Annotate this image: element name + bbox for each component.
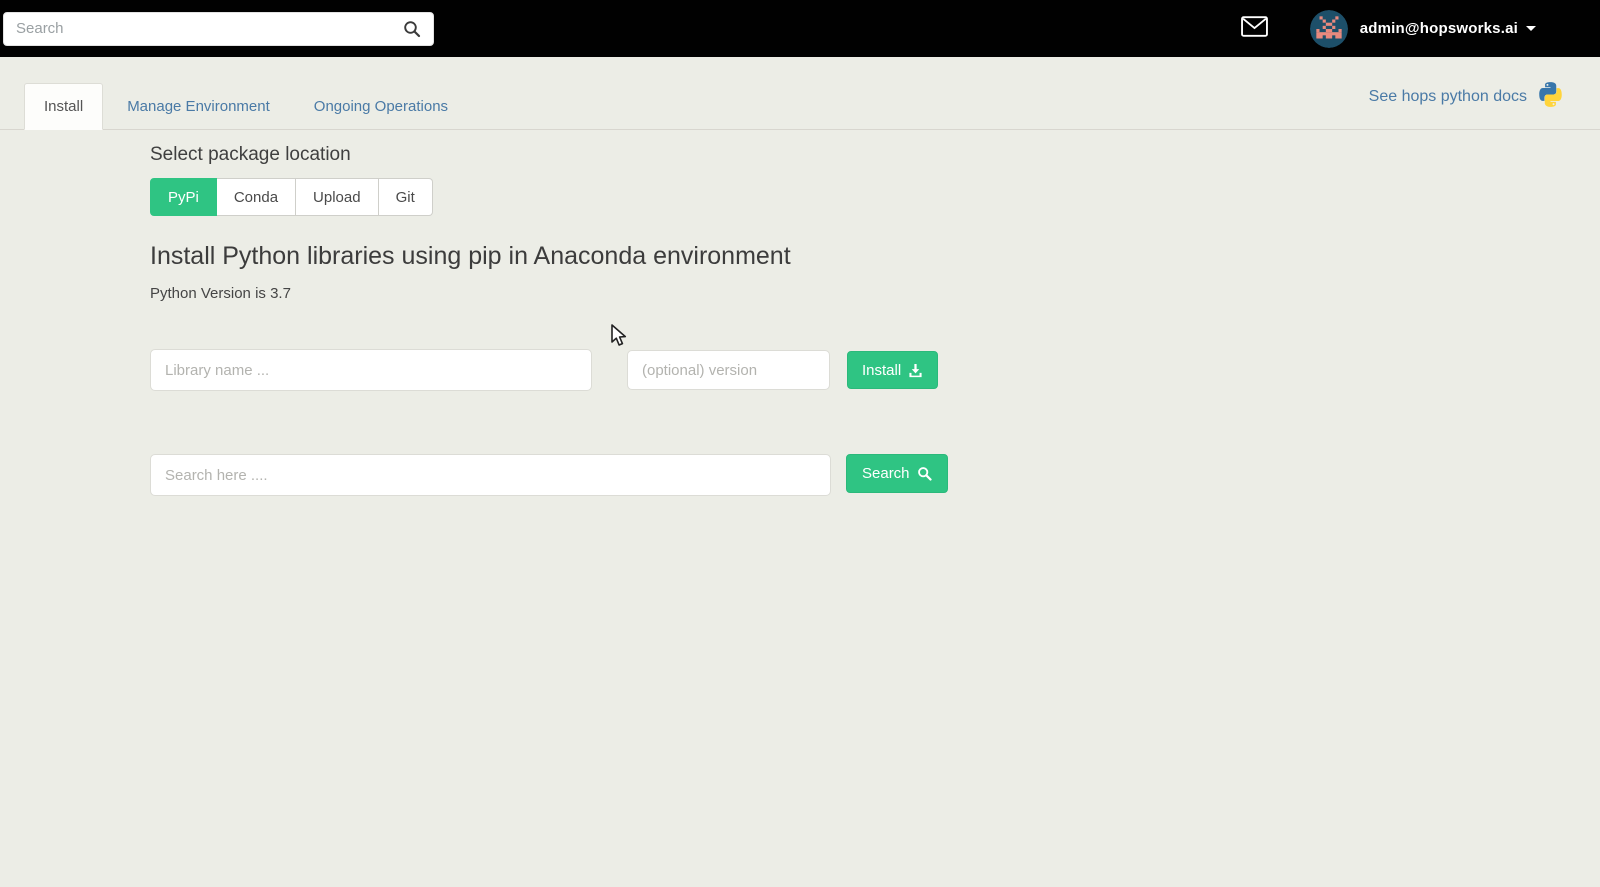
location-upload-button[interactable]: Upload: [296, 178, 379, 216]
user-menu[interactable]: admin@hopsworks.ai: [1360, 20, 1518, 37]
search-form-row: Search: [150, 454, 1600, 496]
docs-link-label: See hops python docs: [1368, 88, 1527, 105]
python-version-text: Python Version is 3.7: [150, 285, 291, 302]
messages-icon[interactable]: [1240, 15, 1268, 42]
topbar-right: admin@hopsworks.ai: [1240, 9, 1600, 48]
tab-install[interactable]: Install: [24, 83, 104, 130]
search-button-label: Search: [862, 465, 910, 482]
package-location-group: PyPi Conda Upload Git: [150, 178, 433, 216]
install-button[interactable]: Install: [847, 351, 939, 389]
install-form-row: Install: [150, 349, 1600, 391]
select-location-heading: Select package location: [150, 144, 351, 165]
package-search-button[interactable]: Search: [846, 454, 948, 493]
chevron-down-icon[interactable]: [1526, 26, 1536, 31]
tab-ongoing-operations[interactable]: Ongoing Operations: [294, 83, 468, 130]
location-git-button[interactable]: Git: [378, 178, 433, 216]
tab-manage-environment[interactable]: Manage Environment: [107, 83, 290, 130]
package-search-input[interactable]: [150, 454, 831, 496]
install-button-label: Install: [862, 361, 902, 379]
search-icon[interactable]: [403, 20, 421, 43]
location-conda-button[interactable]: Conda: [216, 178, 297, 216]
global-search-input[interactable]: [3, 11, 434, 46]
install-panel: Select package location PyPi Conda Uploa…: [0, 130, 1600, 496]
search-button-icon: [917, 466, 932, 481]
library-name-input[interactable]: [150, 349, 592, 391]
location-pypi-button[interactable]: PyPi: [150, 178, 217, 216]
install-download-icon: [908, 363, 923, 378]
topbar: admin@hopsworks.ai: [0, 0, 1600, 57]
avatar[interactable]: [1309, 9, 1348, 48]
tab-bar: Install Manage Environment Ongoing Opera…: [0, 57, 1600, 130]
page-title: Install Python libraries using pip in An…: [150, 242, 791, 270]
version-input[interactable]: [627, 350, 830, 390]
docs-link[interactable]: See hops python docs: [1369, 81, 1564, 113]
global-search: [3, 11, 434, 46]
python-logo-icon: [1537, 81, 1564, 113]
